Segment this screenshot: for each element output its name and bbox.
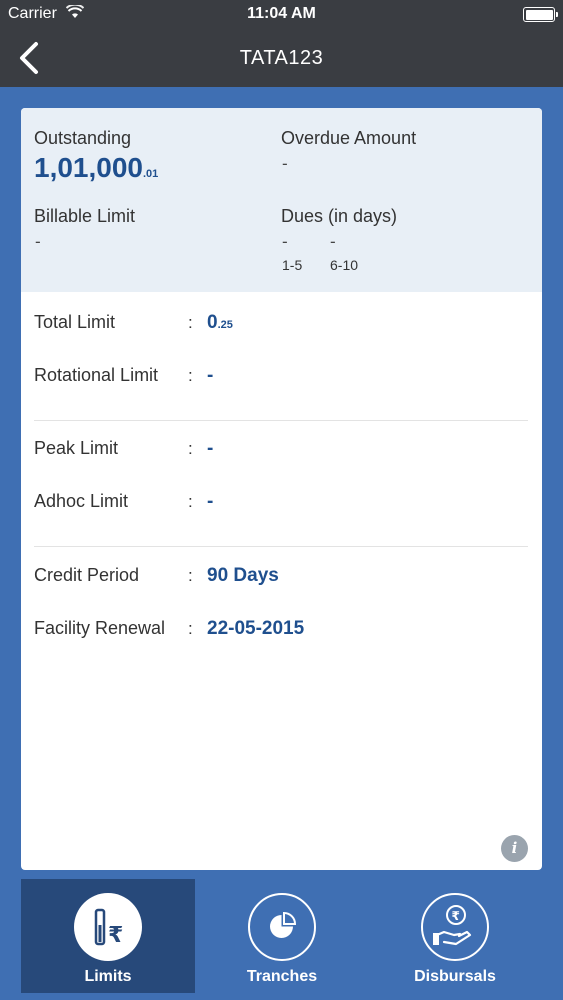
tab-disbursals-label: Disbursals bbox=[414, 968, 496, 985]
battery-icon bbox=[523, 7, 558, 22]
facility-renewal-value: 22-05-2015 bbox=[207, 618, 305, 639]
total-limit-decimal: .25 bbox=[217, 319, 233, 331]
svg-text:₹: ₹ bbox=[452, 909, 460, 923]
tab-limits[interactable]: ₹ Limits bbox=[21, 879, 195, 993]
dues-range-2: 6-10 bbox=[330, 257, 359, 273]
divider bbox=[34, 420, 528, 421]
total-limit-main: 0 bbox=[207, 312, 218, 333]
outstanding-main: 1,01,000 bbox=[34, 152, 143, 183]
tab-bar: ₹ Limits Tranches ₹ Disbursals bbox=[0, 878, 563, 1000]
overdue-label: Overdue Amount bbox=[281, 128, 417, 148]
credit-period-value: 90 Days bbox=[207, 565, 279, 586]
rotational-limit-value: - bbox=[207, 365, 214, 386]
peak-limit-colon: : bbox=[188, 439, 193, 458]
outstanding-decimal: .01 bbox=[143, 168, 159, 180]
hand-rupee-icon: ₹ bbox=[421, 893, 489, 961]
dues-range-1: 1-5 bbox=[282, 257, 303, 273]
svg-text:₹: ₹ bbox=[108, 923, 123, 948]
peak-limit-value: - bbox=[207, 438, 214, 459]
rotational-limit-label: Rotational Limit bbox=[34, 365, 159, 385]
total-limit-value: 0.25 bbox=[207, 312, 233, 334]
facility-renewal-label: Facility Renewal bbox=[34, 618, 166, 638]
pie-chart-icon bbox=[248, 893, 316, 961]
navigation-bar: TATA123 bbox=[0, 30, 563, 87]
dues-value-1: - bbox=[282, 232, 288, 251]
dues-label: Dues (in days) bbox=[281, 206, 398, 226]
billable-value: - bbox=[35, 232, 41, 251]
adhoc-limit-label: Adhoc Limit bbox=[34, 491, 129, 511]
billable-label: Billable Limit bbox=[34, 206, 136, 226]
adhoc-limit-value: - bbox=[207, 491, 214, 512]
page-title: TATA123 bbox=[239, 47, 324, 69]
dues-value-2: - bbox=[330, 232, 336, 251]
credit-period-label: Credit Period bbox=[34, 565, 140, 585]
divider bbox=[34, 546, 528, 547]
tab-limits-label: Limits bbox=[84, 968, 132, 985]
outstanding-amount: 1,01,000.01 bbox=[34, 152, 158, 184]
tab-tranches[interactable]: Tranches bbox=[195, 879, 369, 993]
adhoc-limit-colon: : bbox=[188, 492, 193, 511]
info-button[interactable]: i bbox=[501, 835, 528, 862]
facility-renewal-colon: : bbox=[188, 619, 193, 638]
limits-card: Outstanding 1,01,000.01 Overdue Amount -… bbox=[21, 108, 542, 870]
status-bar: Carrier 11:04 AM bbox=[0, 0, 563, 30]
overdue-value: - bbox=[282, 154, 288, 173]
total-limit-label: Total Limit bbox=[34, 312, 116, 332]
outstanding-label: Outstanding bbox=[34, 128, 132, 148]
tab-tranches-label: Tranches bbox=[246, 968, 318, 985]
peak-limit-label: Peak Limit bbox=[34, 438, 119, 458]
limits-rupee-icon: ₹ bbox=[74, 893, 142, 961]
status-time: 11:04 AM bbox=[247, 5, 316, 22]
tab-disbursals[interactable]: ₹ Disbursals bbox=[368, 879, 542, 993]
total-limit-colon: : bbox=[188, 313, 193, 332]
credit-period-colon: : bbox=[188, 566, 193, 585]
summary-panel: Outstanding 1,01,000.01 Overdue Amount -… bbox=[21, 108, 542, 292]
rotational-limit-colon: : bbox=[188, 366, 193, 385]
